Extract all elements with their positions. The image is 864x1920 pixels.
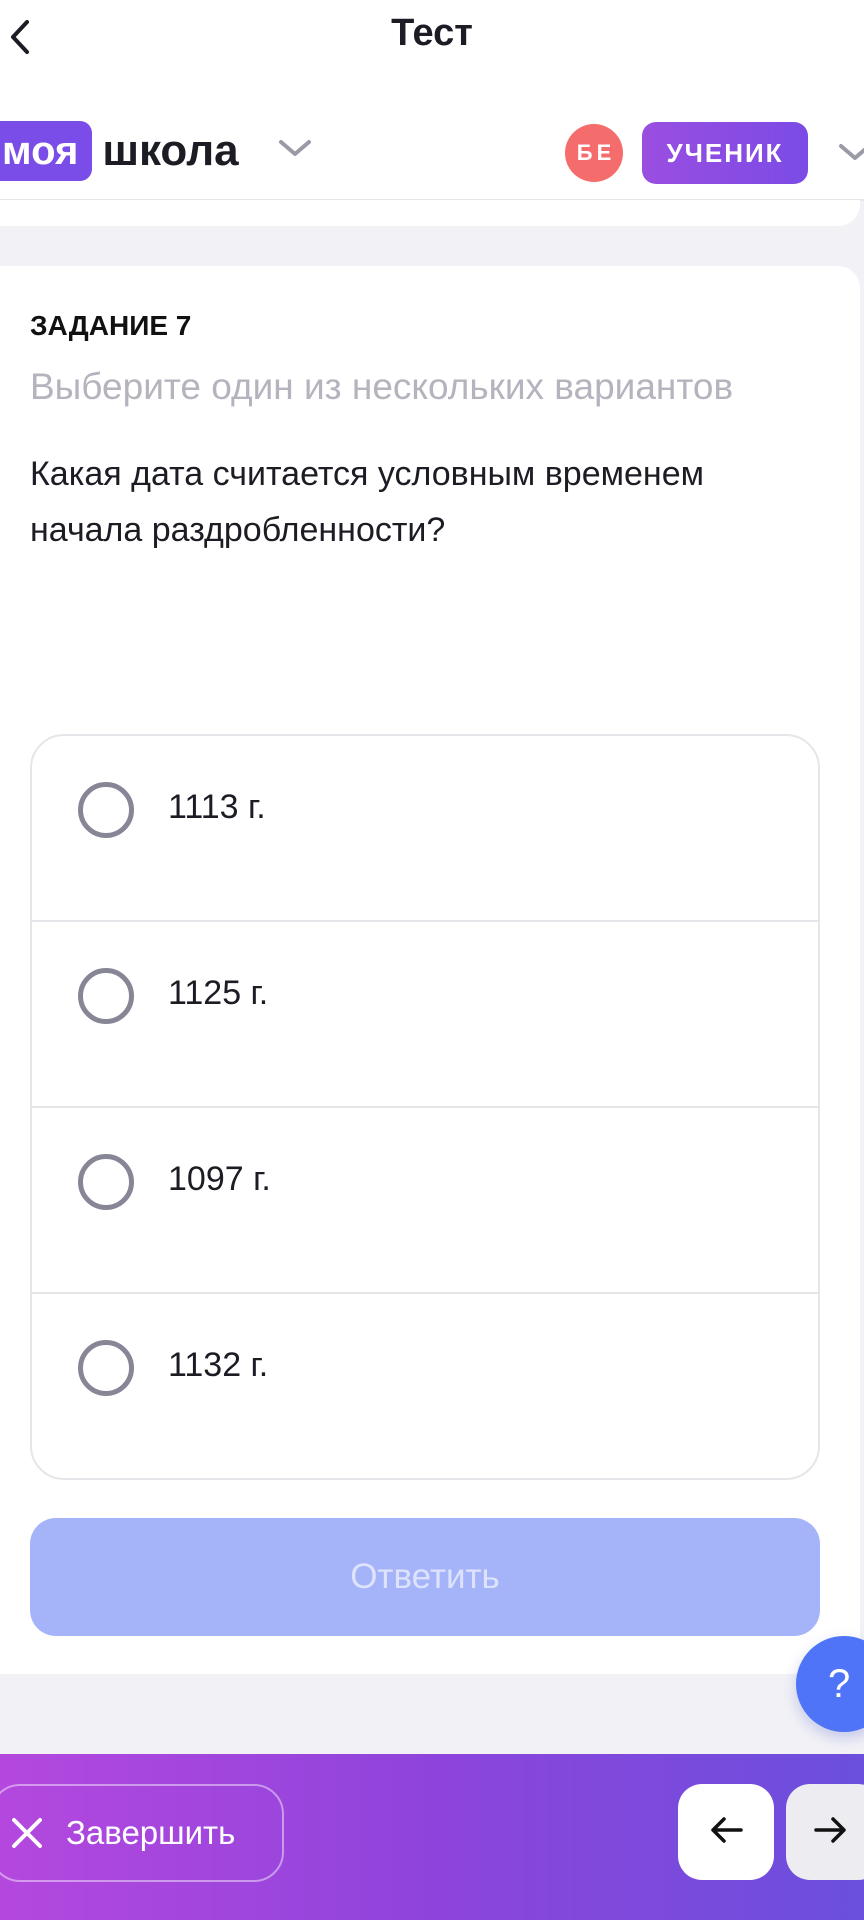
answer-button[interactable]: Ответить xyxy=(30,1518,820,1636)
previous-button[interactable] xyxy=(678,1784,774,1880)
task-card: ЗАДАНИЕ 7 Выберите один из нескольких ва… xyxy=(0,266,860,1674)
task-question: Какая дата считается условным временем н… xyxy=(30,455,704,549)
answer-option[interactable]: 1132 г. xyxy=(32,1294,818,1478)
answer-option[interactable]: 1097 г. xyxy=(32,1108,818,1294)
option-label: 1113 г. xyxy=(168,788,266,826)
option-label: 1097 г. xyxy=(168,1160,271,1198)
avatar[interactable]: БЕ xyxy=(565,124,623,182)
test-screen: Тест моя школа БЕ УЧЕНИК ЗАДАНИЕ 7 Выбер… xyxy=(0,0,864,1920)
radio-button[interactable] xyxy=(78,1154,134,1210)
chevron-down-icon[interactable] xyxy=(838,142,864,167)
answer-option[interactable]: 1125 г. xyxy=(32,922,818,1108)
answer-options: 1113 г. 1125 г. 1097 г. 1132 г. xyxy=(30,734,820,1480)
page-title: Тест xyxy=(391,12,473,54)
next-button[interactable] xyxy=(786,1784,864,1880)
chevron-down-icon[interactable] xyxy=(278,138,312,163)
radio-button[interactable] xyxy=(78,1340,134,1396)
close-icon xyxy=(10,1816,44,1850)
role-badge[interactable]: УЧЕНИК xyxy=(642,122,808,184)
school-brand[interactable]: моя школа xyxy=(0,121,239,181)
radio-button[interactable] xyxy=(78,968,134,1024)
previous-card-edge xyxy=(0,200,860,226)
radio-button[interactable] xyxy=(78,782,134,838)
brand-logo-moya: моя xyxy=(0,121,93,181)
finish-button[interactable]: Завершить xyxy=(0,1784,284,1882)
task-hint: Выберите один из нескольких вариантов xyxy=(30,366,734,407)
top-bar: Тест моя школа БЕ УЧЕНИК xyxy=(0,0,864,201)
task-number: ЗАДАНИЕ 7 xyxy=(30,310,192,341)
finish-label: Завершить xyxy=(66,1814,236,1851)
answer-option[interactable]: 1113 г. xyxy=(32,736,818,922)
option-label: 1132 г. xyxy=(168,1346,269,1384)
arrow-left-icon xyxy=(709,1816,743,1849)
arrow-right-icon xyxy=(814,1816,848,1849)
bottom-bar: Завершить xyxy=(0,1754,864,1920)
option-label: 1125 г. xyxy=(168,974,269,1012)
brand-logo-shkola: школа xyxy=(102,126,239,175)
